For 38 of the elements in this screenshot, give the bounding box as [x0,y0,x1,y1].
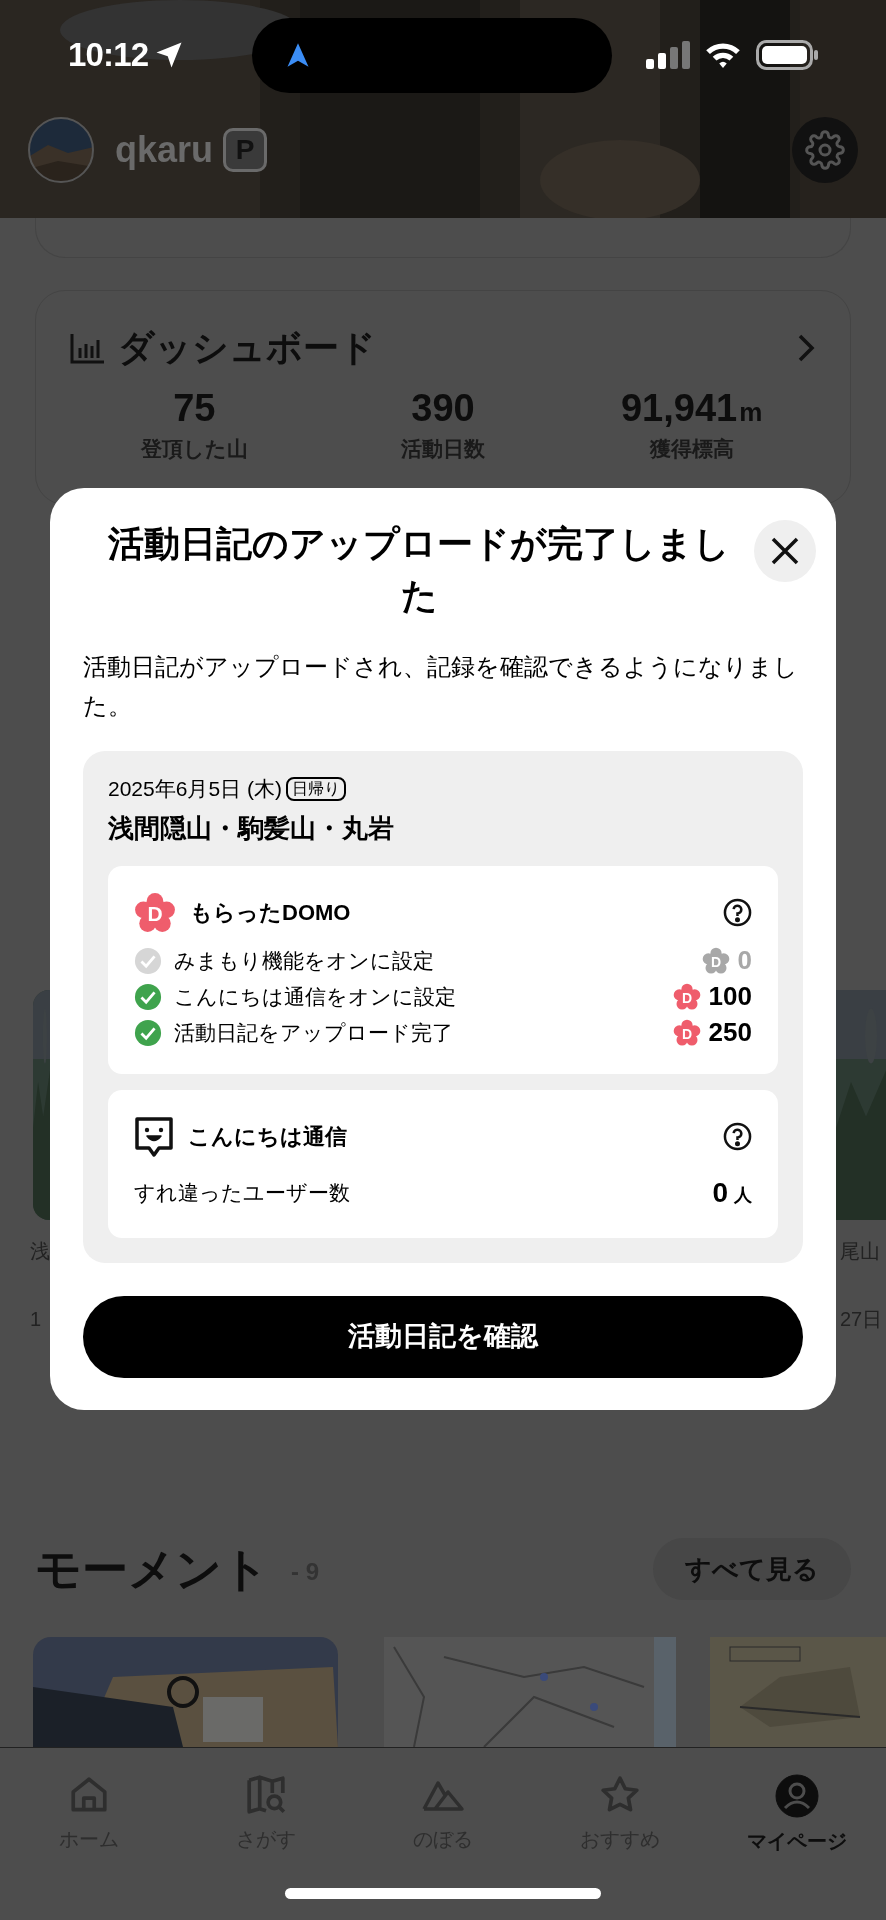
stat-value: 91,941m [621,386,763,431]
reward-label: 活動日記をアップロード完了 [174,1019,453,1046]
confirm-button[interactable]: 活動日記を確認 [83,1295,803,1378]
see-all-button[interactable]: すべて見る [653,1538,851,1600]
reward-points: 100 [708,980,752,1014]
encounter-title: こんにちは通信 [188,1123,347,1152]
chart-icon [70,332,106,364]
reward-points: 250 [708,1016,752,1050]
chat-face-icon [134,1115,174,1158]
domo-logo: D [134,891,176,934]
help-icon[interactable] [723,898,752,928]
stat-value: 75 [173,386,216,431]
encounter-label: すれ違ったユーザー数 [134,1179,350,1206]
settings-icon [805,130,845,170]
status-time: 10:12 [68,35,149,76]
tab-item[interactable]: マイページ [708,1748,886,1920]
reward-points: 0 [737,944,752,978]
activity-name: 浅間隠山・駒髪山・丸岩 [108,811,395,845]
domo-title: もらったDOMO [190,899,351,928]
wifi-icon [704,41,742,69]
username: qkaru [115,128,214,172]
dialog-message: 活動日記がアップロードされ、記録を確認できるようになりました。 [83,652,799,721]
section-title: モーメント [35,1541,269,1597]
dashboard-title: ダッシュボード [118,326,376,370]
dialog-title: 活動日記のアップロードが完了しました [107,522,731,619]
encounter-count: 0 [712,1175,728,1210]
day-trip-tag: 日帰り [285,776,346,802]
close-icon [770,536,800,566]
battery-icon [756,40,818,70]
activity-date: 2025年6月5日 (木) [108,776,282,803]
reward-label: こんにちは通信をオンに設定 [174,983,456,1010]
profile-icon [775,1774,820,1818]
signal-icon [646,41,690,69]
count-unit: 人 [734,1184,752,1208]
stat-value: 390 [411,386,475,431]
reward-label: みまもり機能をオンに設定 [174,947,434,974]
help-icon[interactable] [723,1122,752,1152]
map-search-icon [244,1774,287,1816]
